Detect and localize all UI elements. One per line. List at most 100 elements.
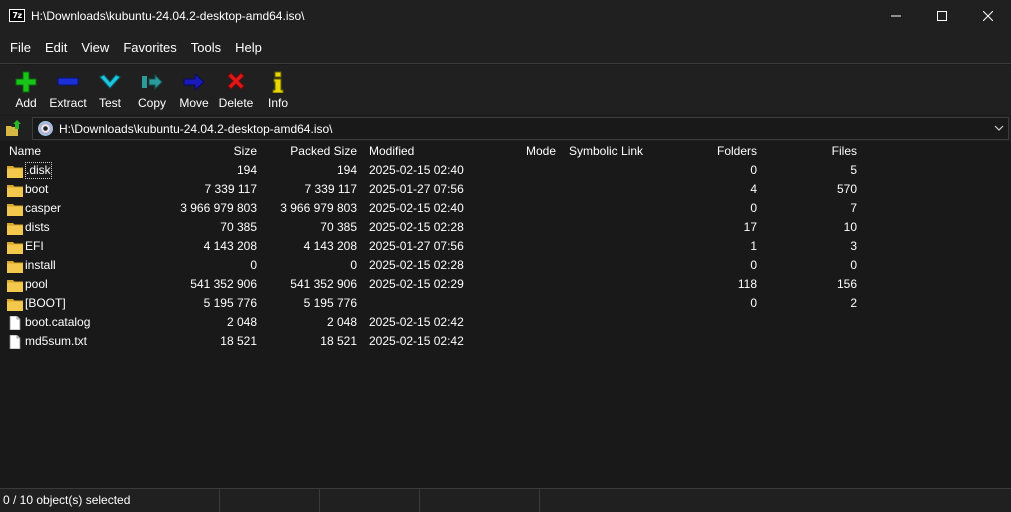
menu-help[interactable]: Help (228, 31, 269, 64)
row-name: md5sum.txt (7, 332, 87, 351)
row-name-text: install (25, 258, 56, 272)
move-label: Move (179, 96, 209, 110)
row-packed-size: 4 143 208 (303, 239, 357, 253)
row-packed-size: 18 521 (320, 334, 357, 348)
test-label: Test (98, 96, 121, 110)
row-files: 7 (850, 201, 857, 215)
minimize-button[interactable] (873, 0, 919, 31)
row-folders: 0 (750, 163, 757, 177)
file-icon (7, 334, 25, 349)
disc-image-icon (38, 121, 53, 136)
row-name: dists (7, 218, 50, 237)
row-name-text: boot (25, 182, 49, 196)
maximize-icon (937, 10, 947, 21)
row-folders: 0 (750, 296, 757, 310)
row-size: 4 143 208 (203, 239, 257, 253)
copy-arrow-icon (141, 71, 163, 93)
row-modified: 2025-02-15 02:40 (369, 201, 464, 215)
folder-up-button[interactable] (5, 119, 23, 138)
table-row[interactable]: dists 70 385 70 385 2025-02-15 02:28 17 10 (0, 218, 1011, 237)
menu-view[interactable]: View (74, 31, 116, 64)
row-packed-size: 5 195 776 (303, 296, 357, 310)
table-row[interactable]: casper 3 966 979 803 3 966 979 803 2025-02-… (0, 199, 1011, 218)
table-row[interactable]: [BOOT] 5 195 776 5 195 776 0 2 (0, 294, 1011, 313)
extract-button[interactable]: Extract (47, 65, 89, 115)
menu-tools[interactable]: Tools (184, 31, 228, 64)
menu-file[interactable]: File (3, 31, 38, 64)
delete-button[interactable]: Delete (215, 65, 257, 115)
close-button[interactable] (965, 0, 1011, 31)
check-icon (99, 71, 121, 93)
move-button[interactable]: Move (173, 65, 215, 115)
row-name-text: pool (25, 277, 48, 291)
menu-edit[interactable]: Edit (38, 31, 74, 64)
plus-icon (15, 71, 37, 93)
folder-icon (7, 297, 25, 311)
address-field[interactable]: H:\Downloads\kubuntu-24.04.2-desktop-amd… (32, 117, 1009, 140)
row-packed-size: 70 385 (320, 220, 357, 234)
row-files: 5 (850, 163, 857, 177)
row-size: 2 048 (226, 315, 257, 329)
file-icon (7, 315, 25, 330)
row-folders: 118 (737, 277, 757, 291)
row-files: 0 (850, 258, 857, 272)
row-name-text: .disk (25, 162, 52, 179)
menu-favorites[interactable]: Favorites (116, 31, 183, 64)
row-name-text: [BOOT] (25, 296, 66, 310)
row-files: 156 (836, 277, 857, 291)
column-header-name[interactable]: Name (9, 142, 41, 161)
row-size: 18 521 (220, 334, 257, 348)
row-packed-size: 194 (336, 163, 357, 177)
status-cell-modified (420, 489, 540, 512)
table-row[interactable]: boot.catalog 2 048 2 048 2025-02-15 02:42 (0, 313, 1011, 332)
column-header-mode[interactable]: Mode (526, 142, 556, 161)
row-name-text: md5sum.txt (25, 334, 88, 348)
row-name: casper (7, 199, 61, 218)
row-folders: 0 (750, 258, 757, 272)
copy-button[interactable]: Copy (131, 65, 173, 115)
column-header-folders[interactable]: Folders (717, 142, 757, 161)
window-controls (873, 0, 1011, 31)
app-7zip-icon: 7z (9, 9, 25, 22)
column-header-size[interactable]: Size (234, 142, 257, 161)
info-button[interactable]: Info (257, 65, 299, 115)
column-header-modified[interactable]: Modified (369, 142, 414, 161)
row-files: 3 (850, 239, 857, 253)
table-row[interactable]: boot 7 339 117 7 339 117 2025-01-27 07:56 4 5… (0, 180, 1011, 199)
row-modified: 2025-02-15 02:42 (369, 315, 464, 329)
row-name: boot.catalog (7, 313, 90, 332)
column-header-packed-size[interactable]: Packed Size (290, 142, 357, 161)
row-packed-size: 541 352 906 (290, 277, 357, 291)
row-name: .disk (7, 161, 52, 180)
row-name-text: boot.catalog (25, 315, 91, 329)
row-folders: 17 (743, 220, 757, 234)
column-header-files[interactable]: Files (832, 142, 857, 161)
status-bar: 0 / 10 object(s) selected (0, 488, 1011, 512)
row-modified: 2025-01-27 07:56 (369, 182, 464, 196)
window-title: H:\Downloads\kubuntu-24.04.2-desktop-amd… (31, 8, 305, 23)
row-name: EFI (7, 237, 44, 256)
row-name-text: casper (25, 201, 62, 215)
column-header-symbolic-link[interactable]: Symbolic Link (569, 142, 643, 161)
row-name-text: EFI (25, 239, 44, 253)
maximize-button[interactable] (919, 0, 965, 31)
test-button[interactable]: Test (89, 65, 131, 115)
file-list[interactable]: Name Size Packed Size Modified Mode Symb… (0, 142, 1011, 488)
row-size: 5 195 776 (203, 296, 257, 310)
table-row[interactable]: install 0 0 2025-02-15 02:28 0 0 (0, 256, 1011, 275)
row-name: [BOOT] (7, 294, 66, 313)
table-row[interactable]: md5sum.txt 18 521 18 521 2025-02-15 02:42 (0, 332, 1011, 351)
chevron-down-icon[interactable] (993, 122, 1005, 134)
table-row[interactable]: EFI 4 143 208 4 143 208 2025-01-27 07:56 1 3 (0, 237, 1011, 256)
table-row[interactable]: .disk 194 194 2025-02-15 02:40 0 5 (0, 161, 1011, 180)
add-label: Add (15, 96, 37, 110)
info-icon (267, 71, 289, 93)
add-button[interactable]: Add (5, 65, 47, 115)
table-row[interactable]: pool 541 352 906 541 352 906 2025-02-15 02:… (0, 275, 1011, 294)
close-icon (983, 10, 993, 21)
extract-label: Extract (49, 96, 87, 110)
row-packed-size: 2 048 (326, 315, 357, 329)
status-selection: 0 / 10 object(s) selected (0, 489, 220, 512)
title-bar[interactable]: 7z H:\Downloads\kubuntu-24.04.2-desktop-… (0, 0, 1011, 31)
row-packed-size: 0 (350, 258, 357, 272)
